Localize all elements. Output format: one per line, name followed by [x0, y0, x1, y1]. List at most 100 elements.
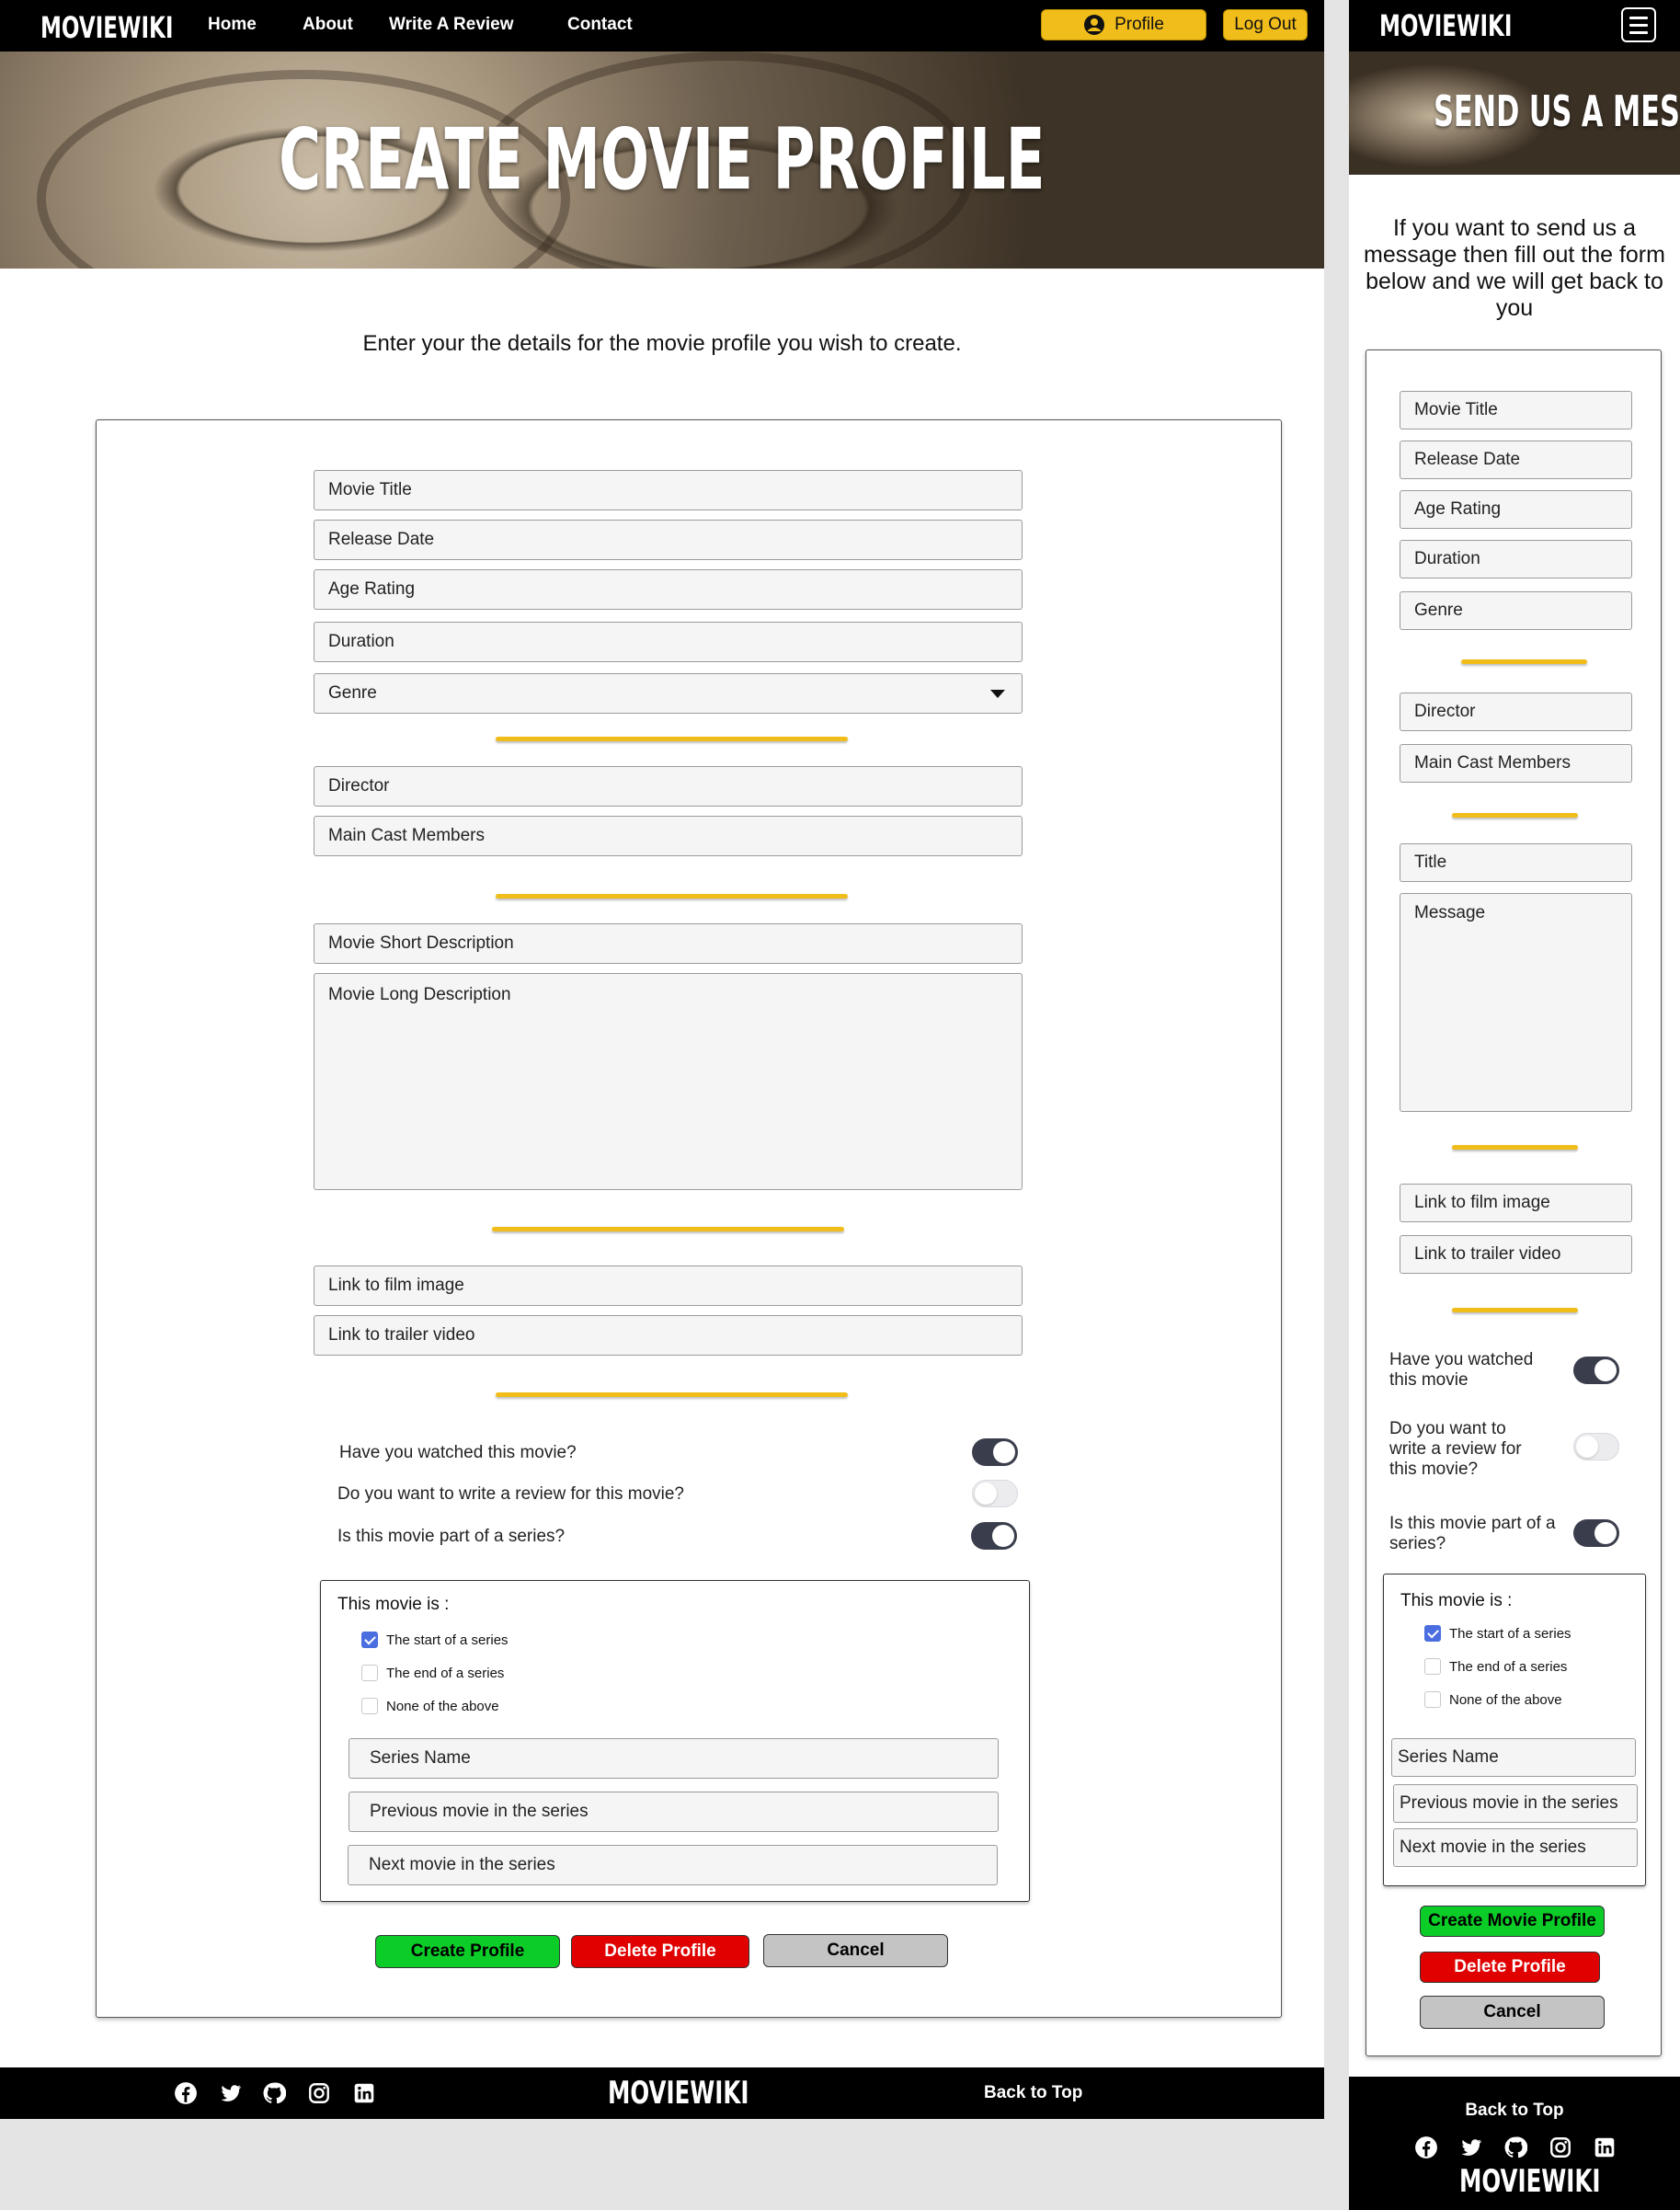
create-profile-button[interactable]: Create Profile — [375, 1935, 560, 1968]
previous-movie-input[interactable]: Previous movie in the series — [349, 1792, 999, 1832]
mobile-series-details-box: This movie is : The start of a series Th… — [1383, 1574, 1646, 1886]
section-divider — [492, 1227, 844, 1231]
mobile-message-textarea[interactable]: Message — [1400, 893, 1632, 1112]
mobile-page-title: SEND US A MESSAGE — [1434, 86, 1680, 136]
mobile-checkbox-end[interactable] — [1424, 1658, 1441, 1675]
footer: MOVIEWIKI Back to Top — [0, 2067, 1324, 2119]
short-description-input[interactable]: Movie Short Description — [314, 923, 1023, 964]
user-circle-icon — [1084, 15, 1105, 35]
mobile-duration-input[interactable]: Duration — [1400, 540, 1632, 578]
checkbox-start[interactable] — [361, 1632, 378, 1648]
delete-profile-button[interactable]: Delete Profile — [571, 1935, 749, 1968]
duration-input[interactable]: Duration — [314, 622, 1023, 662]
mobile-hero-banner: SEND US A MESSAGE — [1349, 52, 1680, 175]
series-option-start[interactable]: The start of a series — [361, 1632, 509, 1648]
logout-button[interactable]: Log Out — [1223, 9, 1308, 40]
hero-banner: CREATE MOVIE PROFILE — [0, 52, 1324, 269]
cancel-button[interactable]: Cancel — [763, 1934, 948, 1967]
facebook-icon[interactable] — [174, 2081, 198, 2105]
watched-toggle[interactable] — [972, 1438, 1018, 1466]
nav-link-contact[interactable]: Contact — [567, 15, 633, 35]
series-option-end[interactable]: The end of a series — [361, 1665, 504, 1681]
watched-toggle-label: Have you watched this movie? — [339, 1443, 577, 1462]
film-image-link-input[interactable]: Link to film image — [314, 1265, 1023, 1306]
checkbox-none[interactable] — [361, 1698, 378, 1714]
series-heading: This movie is : — [337, 1595, 450, 1614]
checkbox-end[interactable] — [361, 1665, 378, 1681]
mobile-series-name-input[interactable]: Series Name — [1391, 1738, 1636, 1777]
genre-select[interactable]: Genre — [314, 673, 1023, 714]
mobile-message-form: Movie Title Release Date Age Rating Dura… — [1366, 349, 1662, 2056]
mobile-footer-logo: MOVIEWIKI — [1459, 2163, 1601, 2200]
mobile-trailer-video-link-input[interactable]: Link to trailer video — [1400, 1235, 1632, 1274]
mobile-series-option-start[interactable]: The start of a series — [1424, 1625, 1571, 1642]
mobile-checkbox-none[interactable] — [1424, 1691, 1441, 1708]
mobile-site-logo[interactable]: MOVIEWIKI — [1379, 8, 1512, 43]
series-toggle-label: Is this movie part of a series? — [337, 1527, 566, 1546]
linkedin-icon[interactable] — [1593, 2136, 1617, 2159]
mobile-back-to-top-link[interactable]: Back to Top — [1349, 2101, 1680, 2121]
mobile-film-image-link-input[interactable]: Link to film image — [1400, 1184, 1632, 1222]
release-date-input[interactable]: Release Date — [314, 520, 1023, 560]
age-rating-input[interactable]: Age Rating — [314, 569, 1023, 610]
main-cast-input[interactable]: Main Cast Members — [314, 816, 1023, 856]
section-divider — [1461, 659, 1587, 664]
mobile-next-movie-input[interactable]: Next movie in the series — [1393, 1828, 1638, 1867]
hamburger-menu-icon[interactable] — [1621, 7, 1656, 42]
twitter-icon[interactable] — [219, 2081, 243, 2105]
trailer-video-link-input[interactable]: Link to trailer video — [314, 1315, 1023, 1356]
movie-title-input[interactable]: Movie Title — [314, 470, 1023, 510]
site-logo[interactable]: MOVIEWIKI — [40, 10, 173, 45]
director-input[interactable]: Director — [314, 766, 1023, 807]
intro-text: Enter your the details for the movie pro… — [362, 331, 962, 356]
profile-button[interactable]: Profile — [1041, 9, 1206, 40]
series-toggle[interactable] — [971, 1522, 1017, 1550]
footer-logo: MOVIEWIKI — [608, 2075, 749, 2112]
mobile-intro-text: If you want to send us a message then fi… — [1364, 215, 1665, 321]
section-divider — [1452, 813, 1578, 818]
mobile-title-input[interactable]: Title — [1400, 843, 1632, 882]
top-navbar: MOVIEWIKI Home About Write A Review Cont… — [0, 0, 1324, 52]
github-icon[interactable] — [262, 2081, 286, 2105]
page-title: CREATE MOVIE PROFILE — [279, 110, 1046, 209]
mobile-previous-movie-input[interactable]: Previous movie in the series — [1393, 1784, 1638, 1823]
mobile-director-input[interactable]: Director — [1400, 693, 1632, 731]
section-divider — [1452, 1145, 1578, 1150]
mobile-checkbox-start[interactable] — [1424, 1625, 1441, 1642]
mobile-series-toggle[interactable] — [1573, 1519, 1619, 1547]
nav-link-about[interactable]: About — [303, 15, 353, 35]
linkedin-icon[interactable] — [352, 2081, 376, 2105]
facebook-icon[interactable] — [1414, 2136, 1438, 2159]
series-name-input[interactable]: Series Name — [349, 1738, 999, 1779]
mobile-release-date-input[interactable]: Release Date — [1400, 441, 1632, 479]
next-movie-input[interactable]: Next movie in the series — [348, 1845, 998, 1885]
back-to-top-link[interactable]: Back to Top — [984, 2083, 1082, 2103]
logout-button-label: Log Out — [1234, 15, 1297, 34]
mobile-age-rating-input[interactable]: Age Rating — [1400, 490, 1632, 529]
mobile-cancel-button[interactable]: Cancel — [1420, 1996, 1605, 2029]
long-description-textarea[interactable]: Movie Long Description — [314, 973, 1023, 1190]
genre-select-value: Genre — [328, 683, 377, 703]
mobile-delete-profile-button[interactable]: Delete Profile — [1420, 1952, 1600, 1983]
instagram-icon[interactable] — [1549, 2136, 1572, 2159]
mobile-review-toggle[interactable] — [1573, 1433, 1619, 1460]
section-divider — [496, 737, 848, 741]
mobile-main-cast-input[interactable]: Main Cast Members — [1400, 744, 1632, 783]
nav-link-write-review[interactable]: Write A Review — [389, 15, 514, 35]
github-icon[interactable] — [1503, 2136, 1527, 2159]
review-toggle[interactable] — [972, 1480, 1018, 1507]
mobile-series-option-none[interactable]: None of the above — [1424, 1691, 1562, 1708]
chevron-down-icon — [990, 690, 1005, 698]
nav-link-home[interactable]: Home — [208, 15, 257, 35]
mobile-navbar: MOVIEWIKI — [1349, 0, 1680, 52]
mobile-watched-toggle[interactable] — [1573, 1357, 1619, 1384]
series-option-none[interactable]: None of the above — [361, 1698, 499, 1714]
mobile-series-option-end[interactable]: The end of a series — [1424, 1658, 1567, 1675]
mobile-view: MOVIEWIKI SEND US A MESSAGE If you want … — [1349, 0, 1680, 2210]
mobile-movie-title-input[interactable]: Movie Title — [1400, 391, 1632, 429]
mobile-footer: Back to Top MOVIEWIKI — [1349, 2077, 1680, 2210]
mobile-create-profile-button[interactable]: Create Movie Profile — [1420, 1906, 1605, 1937]
mobile-genre-input[interactable]: Genre — [1400, 591, 1632, 630]
instagram-icon[interactable] — [307, 2081, 331, 2105]
twitter-icon[interactable] — [1459, 2136, 1483, 2159]
